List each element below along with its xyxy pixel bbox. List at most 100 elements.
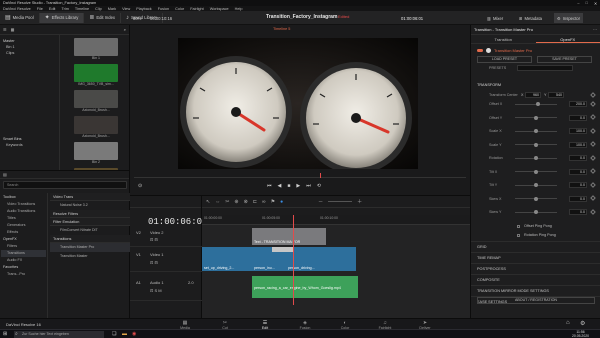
flag-icon[interactable]: ⚑ bbox=[271, 199, 275, 205]
presets-dropdown[interactable] bbox=[517, 65, 573, 71]
effects-library-button[interactable]: ✦ Effects Library bbox=[39, 12, 85, 23]
keyframe-icon[interactable] bbox=[590, 141, 596, 147]
keyframe-icon[interactable] bbox=[590, 208, 596, 215]
zoom-slider[interactable] bbox=[328, 201, 353, 202]
fx-item[interactable]: Transition Master Pro bbox=[50, 243, 130, 252]
selection-tool-icon[interactable]: ↖ bbox=[206, 199, 210, 205]
fx-item[interactable]: FilmConvert Nitrate DIT bbox=[50, 226, 130, 235]
center-x-field[interactable]: 960 bbox=[525, 92, 541, 98]
param-value-field[interactable]: 0.0 bbox=[569, 182, 587, 188]
inspector-section[interactable]: TIME REMAP bbox=[471, 252, 600, 262]
menu-help[interactable]: Help bbox=[235, 7, 243, 11]
menu-clip[interactable]: Clip bbox=[95, 7, 102, 11]
slider-knob[interactable] bbox=[534, 210, 538, 214]
menu-workspace[interactable]: Workspace bbox=[210, 7, 229, 11]
trim-tool-icon[interactable]: ⇔ bbox=[215, 199, 220, 205]
effects-tree-item[interactable]: OpenFX bbox=[1, 236, 46, 243]
play-icon[interactable]: ▶ bbox=[296, 183, 300, 189]
effects-search-input[interactable]: Search bbox=[3, 181, 127, 189]
track-lock-icon[interactable]: ⊡ ⊟ bbox=[150, 237, 158, 242]
track-header-v2[interactable]: V2 Video 2 ⊡ ⊟ bbox=[130, 227, 202, 247]
tab-transition[interactable]: Transition bbox=[471, 35, 536, 43]
param-value-field[interactable]: 200.0 bbox=[569, 101, 587, 107]
param-value-field[interactable]: 100.0 bbox=[569, 128, 587, 134]
keyframe-icon[interactable] bbox=[590, 91, 596, 98]
edit-index-button[interactable]: ≣ Edit Index bbox=[84, 12, 121, 23]
inspector-section[interactable]: COMPOSITE bbox=[471, 274, 600, 284]
media-pool-button[interactable]: ▤ Media Pool bbox=[0, 12, 40, 23]
title-clip[interactable]: Text - TRANSITION MA FOR bbox=[252, 228, 326, 245]
task-view-icon[interactable]: ❏ bbox=[112, 331, 116, 337]
menu-timeline[interactable]: Timeline bbox=[75, 7, 89, 11]
effects-tree-item[interactable]: Trans...Pro bbox=[1, 271, 46, 278]
param-value-field[interactable]: 0.0 bbox=[569, 168, 587, 175]
audio-clip[interactable]: person_racing_a_car_engine_by_Whom_Goesl… bbox=[252, 276, 358, 298]
keyframe-icon[interactable] bbox=[590, 181, 596, 188]
file-explorer-icon[interactable]: ▬ bbox=[122, 331, 127, 337]
slider-knob[interactable] bbox=[534, 169, 538, 174]
viewer-zoom[interactable]: 80% bbox=[130, 13, 144, 23]
param-slider[interactable] bbox=[515, 183, 557, 187]
match-frame-icon[interactable]: ⊙ bbox=[138, 183, 142, 189]
effects-tree-item[interactable]: Titles bbox=[1, 215, 46, 222]
skip-forward-icon[interactable]: ⏭ bbox=[306, 183, 311, 189]
param-slider[interactable] bbox=[515, 115, 557, 120]
clip-thumbnail[interactable]: Bin 2 bbox=[74, 142, 118, 165]
inspector-button[interactable]: ⚙ Inspector bbox=[554, 13, 583, 23]
list-view-icon[interactable]: ☰ bbox=[3, 27, 7, 32]
slider-knob[interactable] bbox=[536, 102, 541, 106]
effects-tree-item[interactable]: Effects bbox=[1, 229, 46, 236]
bin-clips[interactable]: Clips bbox=[3, 50, 56, 56]
menu-view[interactable]: View bbox=[122, 7, 130, 11]
param-slider[interactable] bbox=[515, 102, 557, 106]
maximize-button[interactable]: □ bbox=[586, 1, 588, 6]
zoom-out-icon[interactable]: － bbox=[318, 198, 323, 205]
timeline-playhead[interactable] bbox=[293, 215, 294, 305]
video-clip[interactable]: person_driving... bbox=[286, 247, 356, 271]
param-slider[interactable] bbox=[515, 142, 557, 147]
param-slider[interactable] bbox=[515, 129, 557, 133]
center-y-field[interactable]: 540 bbox=[548, 92, 564, 98]
keyframe-icon[interactable] bbox=[590, 154, 596, 161]
timeline-name[interactable]: Timeline 5 bbox=[273, 27, 290, 31]
snapping-icon[interactable]: ⊏ bbox=[253, 199, 257, 205]
load-preset-button[interactable]: LOAD PRESET bbox=[477, 56, 532, 63]
inspector-section[interactable]: POSTPROCESS bbox=[471, 263, 600, 273]
transform-section[interactable]: TRANSFORM bbox=[471, 80, 600, 90]
slider-knob[interactable] bbox=[534, 156, 538, 160]
offset-ping-pong-checkbox[interactable] bbox=[517, 224, 520, 228]
clip-thumbnail[interactable]: IMG_3650_TVB_sim... bbox=[74, 64, 118, 87]
scrubber-playhead[interactable] bbox=[320, 173, 321, 178]
transition-marker[interactable] bbox=[272, 247, 294, 252]
keyframe-icon[interactable] bbox=[590, 100, 596, 107]
settings-icon[interactable]: ⚙ bbox=[580, 320, 585, 327]
slider-knob[interactable] bbox=[534, 129, 538, 133]
slider-knob[interactable] bbox=[534, 142, 538, 147]
fx-item[interactable]: Transition Master bbox=[50, 252, 130, 261]
keyframe-icon[interactable] bbox=[590, 127, 596, 134]
slider-knob[interactable] bbox=[534, 115, 538, 120]
clip-thumbnail[interactable]: Bin 1 bbox=[74, 38, 118, 61]
link-icon[interactable]: ∞ bbox=[262, 199, 266, 205]
effects-tree-item[interactable]: Toolbox bbox=[1, 194, 46, 201]
zoom-in-icon[interactable]: ＋ bbox=[357, 198, 362, 205]
save-preset-button[interactable]: SAVE PRESET bbox=[537, 56, 592, 63]
stop-icon[interactable]: ■ bbox=[287, 183, 290, 189]
close-button[interactable]: ✕ bbox=[594, 1, 597, 6]
menu-playback[interactable]: Playback bbox=[136, 7, 151, 11]
offset-ping-pong-row[interactable]: Offset Ping Pong bbox=[471, 222, 600, 230]
timeline-ruler[interactable]: 01:00:00:00 01:00:05:00 01:00:10:00 bbox=[202, 215, 470, 225]
search-icon[interactable]: ⌕ bbox=[124, 27, 126, 32]
menu-file[interactable]: File bbox=[37, 7, 43, 11]
about-registration-button[interactable]: ABOUT / REGISTRATION bbox=[477, 297, 595, 304]
inspector-section[interactable]: TRANSITION MIRROR MODE SETTINGS bbox=[471, 285, 600, 295]
param-slider[interactable] bbox=[515, 196, 557, 201]
tab-openfx[interactable]: OpenFX bbox=[535, 35, 600, 43]
skip-back-icon[interactable]: ⏮ bbox=[267, 183, 272, 189]
keyframe-icon[interactable] bbox=[590, 168, 596, 174]
menu-fusion[interactable]: Fusion bbox=[158, 7, 169, 11]
menu-trim[interactable]: Trim bbox=[61, 7, 68, 11]
param-value-field[interactable]: 0.0 bbox=[569, 195, 587, 202]
viewer-scrubber[interactable] bbox=[134, 173, 466, 178]
home-icon[interactable]: ⌂ bbox=[566, 320, 570, 326]
